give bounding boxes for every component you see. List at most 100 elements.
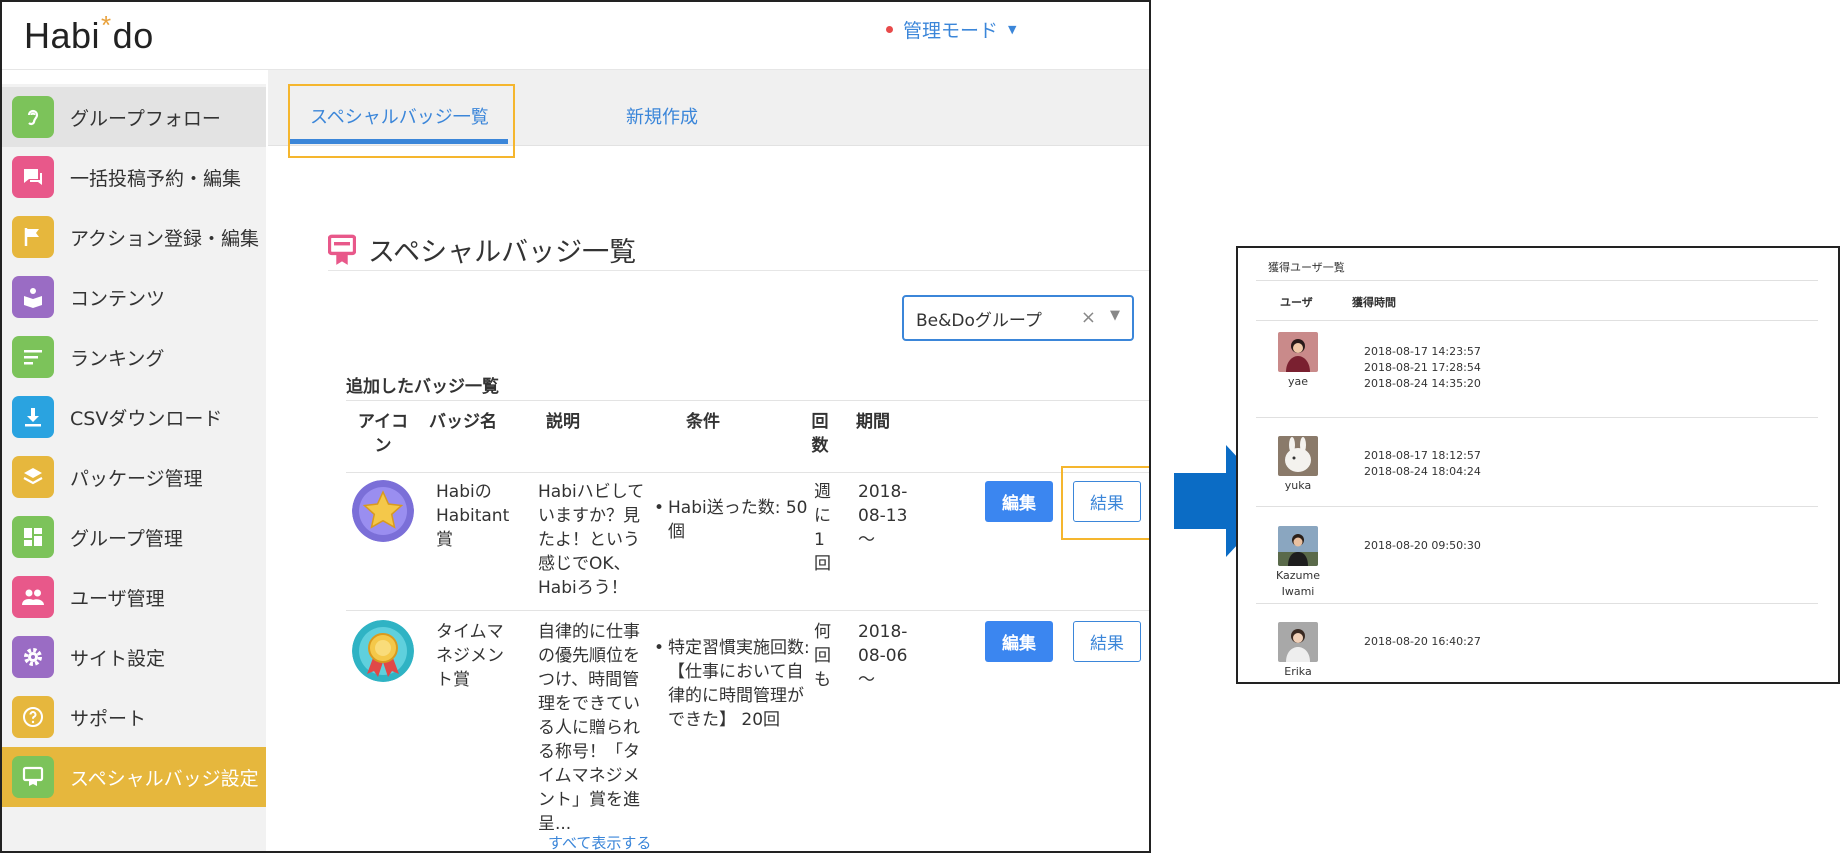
sidebar-item-support[interactable]: サポート — [2, 687, 266, 747]
badge-name: タイムマ ネジメン ト賞 — [436, 622, 504, 690]
user-name: yuka — [1284, 479, 1312, 492]
col-cond-header: 条件 — [686, 412, 720, 432]
badge-icon — [328, 234, 356, 265]
dashboard-icon — [12, 516, 54, 558]
sidebar-item-csv[interactable]: CSVダウンロード — [2, 387, 266, 447]
user-avatar — [1278, 526, 1318, 566]
admin-mode-menu[interactable]: 管理モード ▼ — [886, 16, 1016, 43]
badge-name: Habiの Habitant 賞 — [436, 482, 510, 550]
sidebar-item-package[interactable]: パッケージ管理 — [2, 447, 266, 507]
sidebar-item-label: ユーザ管理 — [70, 587, 165, 610]
sidebar-item-action[interactable]: アクション登録・編集 — [2, 207, 266, 267]
sidebar-item-label: CSVダウンロード — [70, 407, 223, 430]
show-all-link[interactable]: すべて表示する — [548, 832, 651, 851]
sidebar-item-label: パッケージ管理 — [70, 467, 203, 490]
section-title: 追加したバッジ一覧 — [346, 377, 499, 397]
badge-period: 2018- 08-06 〜 — [858, 622, 908, 690]
sidebar-item-label: ランキング — [70, 347, 165, 370]
top-bar: Habi*do 管理モード ▼ — [2, 2, 1149, 70]
chat-icon — [12, 156, 54, 198]
sidebar-item-user-manage[interactable]: ユーザ管理 — [2, 567, 266, 627]
col-time-header: 獲得時間 — [1352, 296, 1396, 309]
row-divider — [346, 610, 1149, 611]
book-icon — [12, 276, 54, 318]
list-icon — [12, 336, 54, 378]
header-divider — [1256, 320, 1818, 321]
sidebar-item-label: サイト設定 — [70, 647, 166, 670]
badge-condition: • 特定習慣実施回数: 【仕事において自 律的に時間管理が できた】 20回 — [654, 638, 810, 730]
chevron-down-icon[interactable]: ▼ — [1110, 308, 1120, 323]
highlight-box-tab — [288, 84, 515, 158]
download-icon — [12, 396, 54, 438]
acquired-times: 2018-08-17 18:12:57 2018-08-24 18:04:24 — [1364, 449, 1481, 478]
clear-icon[interactable]: × — [1081, 307, 1096, 328]
tab-new[interactable]: 新規作成 — [626, 103, 698, 129]
row-divider — [1256, 506, 1818, 507]
col-name-header: バッジ名 — [429, 412, 497, 432]
time-management-badge-icon — [352, 620, 414, 682]
row-divider — [1256, 417, 1818, 418]
acquired-times: 2018-08-20 09:50:30 — [1364, 539, 1481, 552]
user-avatar — [1278, 622, 1318, 662]
sidebar-item-contents[interactable]: コンテンツ — [2, 267, 266, 327]
col-desc-header: 説明 — [546, 412, 580, 432]
group-select-value: Be&Doグループ — [916, 310, 1042, 331]
acquired-times: 2018-08-17 14:23:57 2018-08-21 17:28:54 20… — [1364, 345, 1481, 390]
flag-icon — [12, 216, 54, 258]
row-divider — [1256, 603, 1818, 604]
sidebar-item-label: コンテンツ — [70, 287, 166, 310]
page-title: スペシャルバッジ一覧 — [368, 237, 637, 268]
title-divider — [328, 270, 1149, 271]
sidebar-item-bulk-post[interactable]: 一括投稿予約・編集 — [2, 147, 266, 207]
layers-icon — [12, 456, 54, 498]
badge-description: Habiハビして いますか？見 たよ！という 感じでOK、 Habiろう！ — [538, 482, 645, 598]
users-icon — [12, 576, 54, 618]
badge-condition: • Habi送った数: 50 個 — [654, 498, 808, 542]
col-user-header: ユーザ — [1280, 296, 1313, 309]
result-button[interactable]: 結果 — [1073, 621, 1141, 662]
user-name: Kazume Iwami — [1276, 569, 1320, 598]
divider — [1256, 280, 1818, 281]
sidebar-item-group-manage[interactable]: グループ管理 — [2, 507, 266, 567]
habido-logo[interactable]: Habi*do — [24, 10, 154, 57]
panel-title: 獲得ユーザ一覧 — [1268, 261, 1345, 274]
habido-admin-window: Habi*do 管理モード ▼ グループフォロー 一括投稿予約・編集 アクション… — [0, 0, 1151, 853]
badge-count: 週に1回 — [814, 482, 831, 574]
sidebar-item-ranking[interactable]: ランキング — [2, 327, 266, 387]
sidebar-item-special-badge[interactable]: スペシャルバッジ設定 — [2, 747, 266, 807]
admin-mode-label: 管理モード — [903, 20, 999, 42]
sidebar: グループフォロー 一括投稿予約・編集 アクション登録・編集 コンテンツ ランキン… — [2, 84, 266, 851]
sidebar-item-group-follow[interactable]: グループフォロー — [2, 87, 266, 147]
badge-icon — [12, 756, 54, 798]
user-avatar — [1278, 332, 1318, 372]
col-count-header: 回数 — [811, 412, 829, 456]
edit-button[interactable]: 編集 — [985, 481, 1053, 522]
help-icon — [12, 696, 54, 738]
col-icon-header: アイコン — [357, 412, 409, 456]
badge-count: 何回も — [814, 622, 831, 690]
group-select[interactable]: Be&Doグループ × ▼ — [902, 295, 1134, 341]
user-name: yae — [1287, 375, 1309, 388]
status-dot — [886, 26, 893, 33]
user-name: Erika — [1284, 665, 1312, 678]
badge-description: 自律的に仕事 の優先順位を つけ、時間管 理をできてい る人に贈られ る称号！「タ イムマネ… — [538, 622, 640, 834]
user-avatar — [1278, 436, 1318, 476]
caret-down-icon: ▼ — [1008, 23, 1017, 36]
sidebar-item-label: スペシャルバッジ設定 — [70, 767, 259, 790]
divider — [346, 400, 1149, 401]
header-divider — [346, 472, 1149, 473]
badge-period: 2018- 08-13 〜 — [858, 482, 908, 550]
highlight-box-result — [1061, 466, 1149, 540]
acquired-times: 2018-08-20 16:40:27 — [1364, 635, 1481, 648]
sidebar-item-label: アクション登録・編集 — [70, 227, 260, 250]
sidebar-item-label: グループ管理 — [70, 527, 183, 550]
logo-star: * — [101, 10, 112, 40]
acquired-users-panel: 獲得ユーザ一覧 ユーザ 獲得時間 yae 2018-08-17 14:23:57… — [1236, 246, 1840, 684]
gear-icon — [12, 636, 54, 678]
habitant-badge-icon — [352, 480, 414, 542]
page-title-row: スペシャルバッジ一覧 — [328, 230, 636, 269]
sidebar-item-site-settings[interactable]: サイト設定 — [2, 627, 266, 687]
sidebar-item-label: グループフォロー — [70, 107, 221, 130]
edit-button[interactable]: 編集 — [985, 621, 1053, 662]
main-content: スペシャルバッジ一覧 新規作成 スペシャルバッジ一覧 Be&Doグループ × ▼… — [268, 70, 1149, 851]
